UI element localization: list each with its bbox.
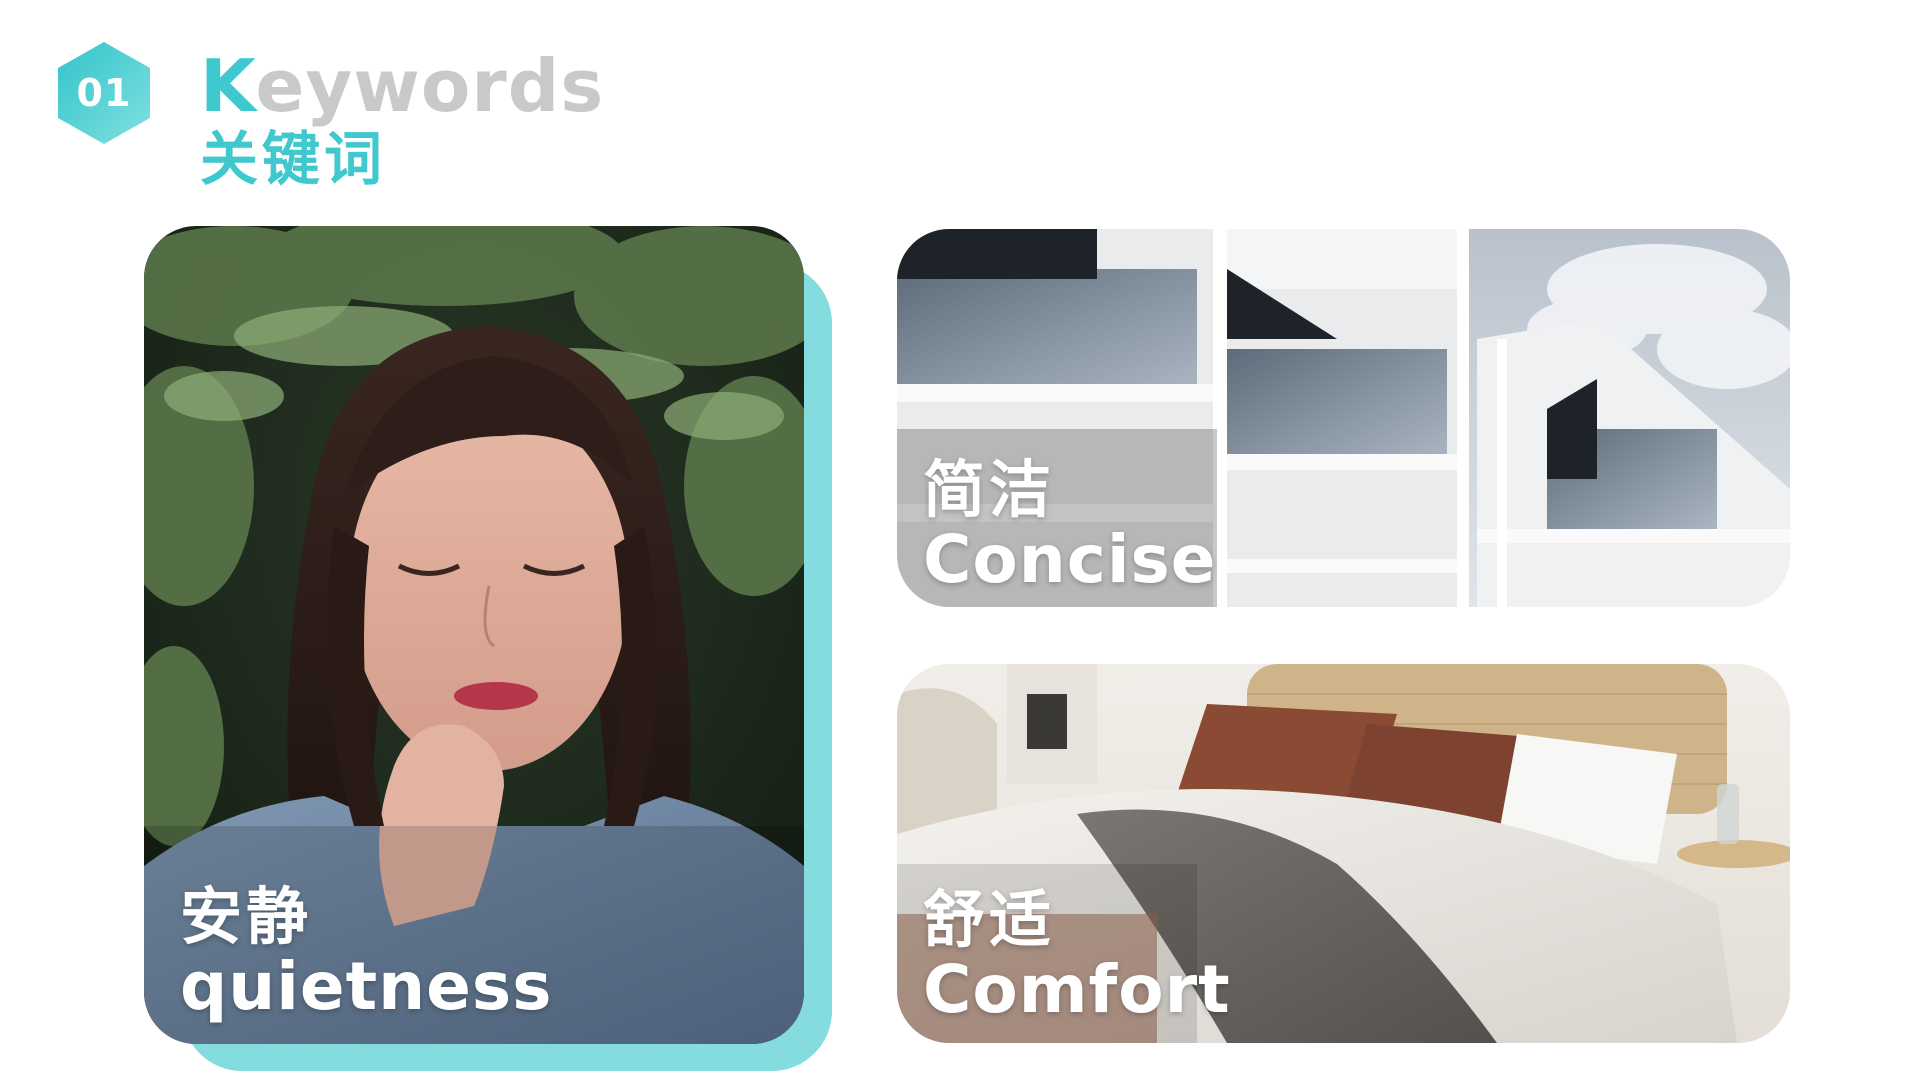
keyword-label: 简洁 Concise <box>923 459 1217 593</box>
keyword-label: 安静 quietness <box>180 886 552 1020</box>
page-title-cn: 关键词 <box>200 125 387 193</box>
keyword-card-comfort: 舒适 Comfort <box>897 664 1790 1043</box>
keyword-en: quietness <box>180 948 553 1025</box>
keyword-card-quietness: 安静 quietness <box>144 226 804 1044</box>
section-number: 01 <box>76 71 132 115</box>
section-number-badge: 01 <box>56 40 152 146</box>
keyword-en: Concise <box>923 521 1217 598</box>
keyword-en: Comfort <box>923 951 1231 1028</box>
keyword-card-concise: 简洁 Concise <box>897 229 1790 607</box>
keyword-cn: 舒适 <box>923 883 1056 956</box>
page-title-en: Keywords <box>200 50 604 122</box>
keyword-label: 舒适 Comfort <box>923 889 1231 1023</box>
keyword-cn: 简洁 <box>923 453 1056 526</box>
keyword-cn: 安静 <box>180 880 313 953</box>
title-rest: eywords <box>255 44 605 128</box>
title-first-letter: K <box>200 44 256 128</box>
